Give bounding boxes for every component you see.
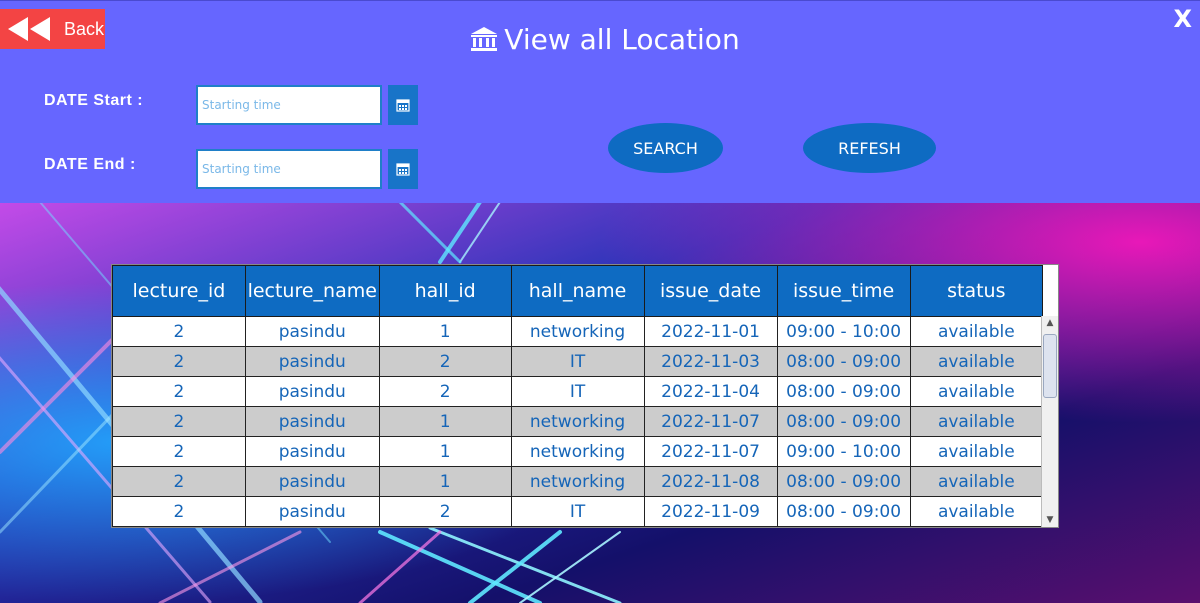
table-row[interactable]: 2 pasindu 1 networking 2022-11-08 08:00 - 09:…: [112, 466, 1044, 497]
cell-lecture-id[interactable]: 2: [112, 406, 246, 437]
column-header-status[interactable]: status: [909, 265, 1044, 317]
scroll-up-icon[interactable]: ▲: [1042, 316, 1058, 330]
cell-hall-name[interactable]: networking: [510, 406, 645, 437]
cell-hall-id[interactable]: 1: [378, 466, 512, 497]
cell-issue-time[interactable]: 08:00 - 09:00: [776, 376, 911, 407]
cell-lecture-id[interactable]: 2: [112, 346, 246, 377]
column-header-lecture-id[interactable]: lecture_id: [112, 265, 246, 317]
page-title-text: View all Location: [504, 23, 740, 56]
scroll-down-icon[interactable]: ▼: [1042, 513, 1058, 527]
cell-lecture-name[interactable]: pasindu: [244, 496, 380, 527]
vertical-scrollbar[interactable]: ▲ ▼: [1041, 316, 1058, 527]
cell-lecture-id[interactable]: 2: [112, 496, 246, 527]
cell-issue-date[interactable]: 2022-11-07: [643, 436, 778, 467]
date-end-label: DATE End :: [44, 156, 136, 173]
cell-lecture-id[interactable]: 2: [112, 316, 246, 347]
cell-hall-name[interactable]: IT: [510, 346, 645, 377]
cell-status[interactable]: available: [909, 496, 1044, 527]
cell-hall-name[interactable]: IT: [510, 496, 645, 527]
cell-hall-id[interactable]: 1: [378, 436, 512, 467]
date-start-label: DATE Start :: [44, 92, 144, 109]
cell-hall-id[interactable]: 2: [378, 376, 512, 407]
cell-issue-date[interactable]: 2022-11-04: [643, 376, 778, 407]
cell-lecture-id[interactable]: 2: [112, 436, 246, 467]
location-table: lecture_id lecture_name hall_id hall_name is…: [111, 264, 1059, 528]
cell-lecture-id[interactable]: 2: [112, 466, 246, 497]
refresh-button[interactable]: REFESH: [803, 123, 936, 173]
cell-hall-id[interactable]: 1: [378, 406, 512, 437]
cell-issue-date[interactable]: 2022-11-09: [643, 496, 778, 527]
cell-status[interactable]: available: [909, 436, 1044, 467]
table-body: 2 pasindu 1 networking 2022-11-01 09:00 - 10:…: [112, 316, 1044, 527]
table-row[interactable]: 2 pasindu 1 networking 2022-11-01 09:00 - 10:…: [112, 316, 1044, 347]
cell-issue-date[interactable]: 2022-11-08: [643, 466, 778, 497]
search-button[interactable]: SEARCH: [608, 123, 723, 173]
cell-issue-time[interactable]: 09:00 - 10:00: [776, 316, 911, 347]
table-row[interactable]: 2 pasindu 1 networking 2022-11-07 09:00 - 10:…: [112, 436, 1044, 467]
cell-status[interactable]: available: [909, 376, 1044, 407]
cell-issue-time[interactable]: 08:00 - 09:00: [776, 346, 911, 377]
cell-issue-time[interactable]: 08:00 - 09:00: [776, 406, 911, 437]
column-header-issue-time[interactable]: issue_time: [776, 265, 911, 317]
view-location-window: Back X View all Location DATE Start : St…: [0, 0, 1200, 603]
cell-lecture-name[interactable]: pasindu: [244, 346, 380, 377]
column-header-lecture-name[interactable]: lecture_name: [244, 265, 380, 317]
cell-issue-date[interactable]: 2022-11-01: [643, 316, 778, 347]
cell-status[interactable]: available: [909, 316, 1044, 347]
cell-lecture-name[interactable]: pasindu: [244, 406, 380, 437]
cell-issue-time[interactable]: 09:00 - 10:00: [776, 436, 911, 467]
cell-lecture-name[interactable]: pasindu: [244, 466, 380, 497]
cell-hall-name[interactable]: networking: [510, 316, 645, 347]
cell-hall-id[interactable]: 1: [378, 316, 512, 347]
bank-icon: [470, 26, 498, 59]
column-header-issue-date[interactable]: issue_date: [643, 265, 778, 317]
date-start-calendar-button[interactable]: [388, 85, 418, 125]
table-row[interactable]: 2 pasindu 2 IT 2022-11-03 08:00 - 09:00 availa…: [112, 346, 1044, 377]
cell-lecture-name[interactable]: pasindu: [244, 436, 380, 467]
table-row[interactable]: 2 pasindu 2 IT 2022-11-04 08:00 - 09:00 availa…: [112, 376, 1044, 407]
table-row[interactable]: 2 pasindu 2 IT 2022-11-09 08:00 - 09:00 availa…: [112, 496, 1044, 527]
cell-issue-date[interactable]: 2022-11-03: [643, 346, 778, 377]
page-title: View all Location: [0, 23, 1200, 59]
date-start-input[interactable]: Starting time: [196, 85, 382, 125]
cell-status[interactable]: available: [909, 406, 1044, 437]
cell-issue-date[interactable]: 2022-11-07: [643, 406, 778, 437]
scroll-thumb[interactable]: [1043, 334, 1057, 398]
date-end-input[interactable]: Starting time: [196, 149, 382, 189]
cell-issue-time[interactable]: 08:00 - 09:00: [776, 496, 911, 527]
cell-lecture-name[interactable]: pasindu: [244, 376, 380, 407]
cell-hall-name[interactable]: networking: [510, 436, 645, 467]
cell-lecture-id[interactable]: 2: [112, 376, 246, 407]
cell-lecture-name[interactable]: pasindu: [244, 316, 380, 347]
cell-hall-id[interactable]: 2: [378, 346, 512, 377]
cell-issue-time[interactable]: 08:00 - 09:00: [776, 466, 911, 497]
column-header-hall-id[interactable]: hall_id: [378, 265, 512, 317]
table-header-row: lecture_id lecture_name hall_id hall_name is…: [112, 265, 1044, 317]
table-row[interactable]: 2 pasindu 1 networking 2022-11-07 08:00 - 09:…: [112, 406, 1044, 437]
cell-status[interactable]: available: [909, 466, 1044, 497]
cell-hall-id[interactable]: 2: [378, 496, 512, 527]
cell-hall-name[interactable]: IT: [510, 376, 645, 407]
date-end-calendar-button[interactable]: [388, 149, 418, 189]
calendar-icon: [396, 99, 410, 112]
data-table: lecture_id lecture_name hall_id hall_name is…: [112, 265, 1044, 527]
cell-hall-name[interactable]: networking: [510, 466, 645, 497]
column-header-hall-name[interactable]: hall_name: [510, 265, 645, 317]
cell-status[interactable]: available: [909, 346, 1044, 377]
header-panel: Back X View all Location DATE Start : St…: [0, 0, 1200, 203]
calendar-icon: [396, 163, 410, 176]
